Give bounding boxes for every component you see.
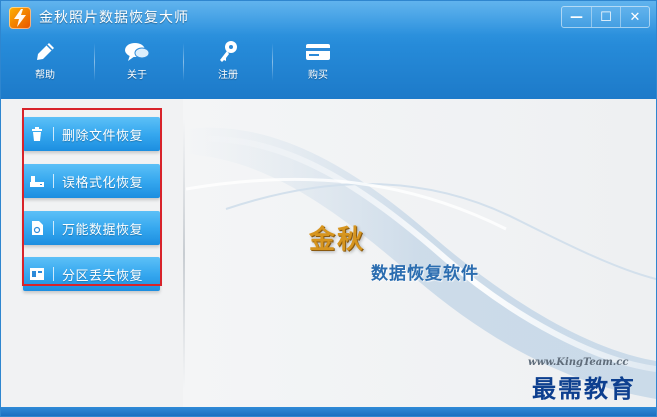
main-content: 删除文件恢复 误格式化恢复 万能数据恢复 分区丢失恢复 金秋 数据恢复软件 ww…: [1, 99, 656, 407]
brand-subtitle: 数据恢复软件: [371, 264, 479, 284]
minimize-button[interactable]: —: [562, 7, 591, 27]
maximize-button[interactable]: ☐: [591, 7, 620, 27]
close-button[interactable]: ✕: [620, 7, 649, 27]
window-controls: — ☐ ✕: [561, 6, 650, 28]
brand-name: 金秋: [309, 225, 366, 255]
app-logo-icon: [9, 7, 31, 29]
panel-divider: [183, 119, 185, 389]
about-button[interactable]: 关于: [107, 39, 167, 85]
key-icon: [198, 39, 258, 65]
status-bar: [1, 407, 656, 416]
about-label: 关于: [127, 70, 147, 81]
help-button[interactable]: 帮助: [15, 39, 75, 85]
website-text: www.KingTeam.cc: [528, 357, 629, 368]
toolbar-separator: [272, 43, 273, 81]
window-title: 金秋照片数据恢复大师: [39, 10, 189, 26]
buy-label: 购买: [308, 70, 328, 81]
toolbar-separator: [183, 43, 184, 81]
banner: 金秋 数据恢复软件 www.KingTeam.cc: [185, 99, 656, 407]
pen-icon: [15, 39, 75, 65]
title-toolbar-area: 金秋照片数据恢复大师 — ☐ ✕ 帮助 关于 注册 购买: [1, 1, 656, 99]
help-label: 帮助: [35, 70, 55, 81]
buy-button[interactable]: 购买: [288, 39, 348, 85]
toolbar-separator: [94, 43, 95, 81]
watermark-text: 最需教育: [532, 374, 636, 403]
card-icon: [288, 39, 348, 65]
register-label: 注册: [218, 70, 238, 81]
register-button[interactable]: 注册: [198, 39, 258, 85]
chat-bubble-icon: [107, 39, 167, 65]
toolbar: 帮助 关于 注册 购买: [1, 35, 401, 85]
highlight-frame: [22, 108, 162, 286]
app-window: 金秋照片数据恢复大师 — ☐ ✕ 帮助 关于 注册 购买 删除文件恢复 误格式化…: [0, 0, 657, 417]
